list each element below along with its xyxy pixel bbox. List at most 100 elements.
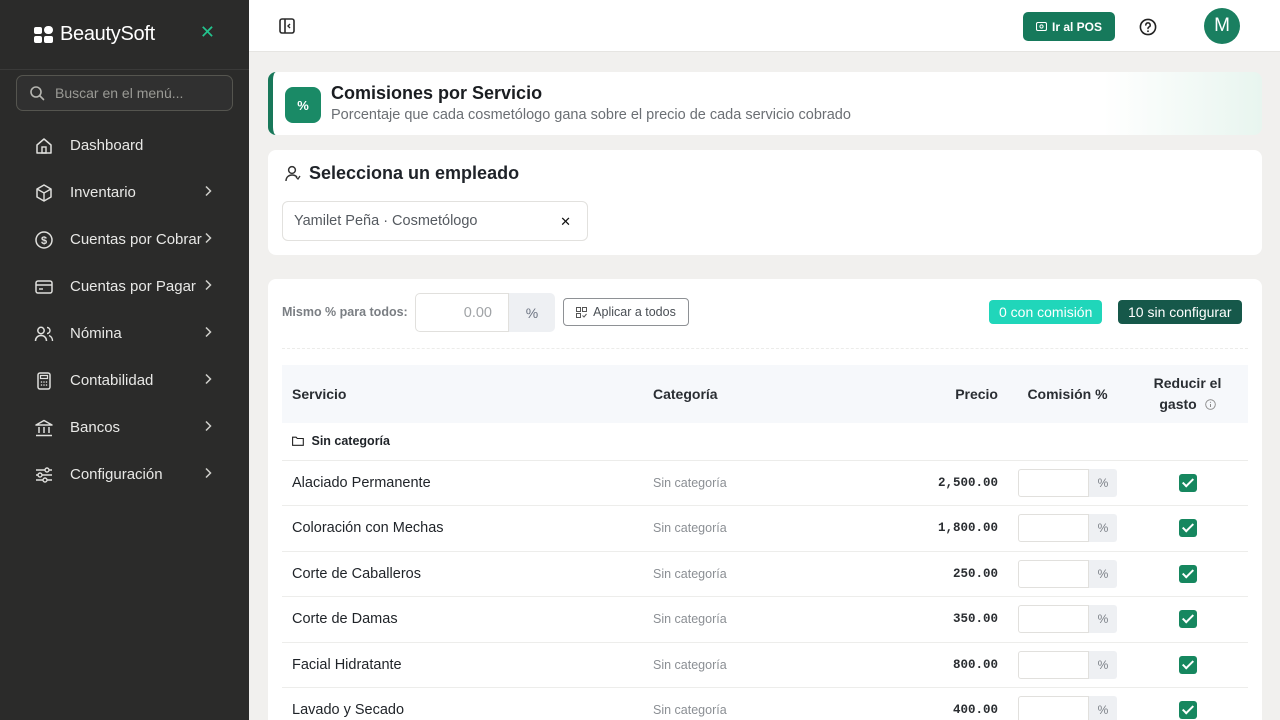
- sidebar-item-label: Contabilidad: [70, 372, 154, 389]
- service-price: 400.00: [952, 703, 998, 718]
- commission-unit: %: [1089, 559, 1117, 588]
- sidebar-item-nomina[interactable]: Nómina: [0, 310, 249, 357]
- sidebar-item-cuentas-por-cobrar[interactable]: $ Cuentas por Cobrar: [0, 216, 249, 263]
- service-name: Alaciado Permanente: [292, 474, 431, 491]
- commission-field: %: [1018, 605, 1117, 634]
- service-price: 800.00: [952, 657, 998, 672]
- avatar[interactable]: M: [1204, 8, 1240, 44]
- commission-cell: %: [1008, 642, 1127, 688]
- page-title: Comisiones por Servicio: [331, 83, 543, 103]
- commission-input[interactable]: [1018, 514, 1089, 543]
- svg-text:$: $: [41, 235, 47, 247]
- go-to-pos-button[interactable]: Ir al POS: [1023, 12, 1115, 41]
- service-price: 250.00: [952, 566, 998, 581]
- service-category: Sin categoría: [653, 521, 727, 536]
- commission-input[interactable]: [1018, 468, 1089, 497]
- user-icon: [285, 165, 301, 182]
- page-header: % Comisiones por Servicio Porcentaje que…: [268, 72, 1262, 135]
- credit-card-icon: [35, 279, 53, 294]
- bulk-percent-input[interactable]: [415, 293, 509, 332]
- bulk-percent-unit: %: [509, 293, 555, 332]
- employee-select[interactable]: Yamilet Peña · Cosmetólogo ✕: [282, 201, 588, 241]
- sidebar-item-inventario[interactable]: Inventario: [0, 169, 249, 216]
- service-category: Sin categoría: [653, 703, 727, 718]
- col-header-commission: Comisión %: [1027, 386, 1108, 402]
- bank-icon: [35, 419, 53, 436]
- commission-cell: %: [1008, 688, 1127, 720]
- chevron-right-icon: [205, 232, 212, 244]
- brand-name: BeautySoft: [60, 23, 155, 45]
- reduce-expense-checkbox[interactable]: [1178, 655, 1197, 674]
- service-name: Lavado y Secado: [292, 702, 405, 719]
- page-subtitle: Porcentaje que cada cosmetólogo gana sob…: [331, 107, 851, 123]
- sidebar-item-configuracion[interactable]: Configuración: [0, 451, 249, 498]
- sidebar-item-label: Configuración: [70, 466, 163, 483]
- reduce-expense-checkbox[interactable]: [1178, 519, 1197, 538]
- service-category: Sin categoría: [653, 657, 727, 672]
- commission-input[interactable]: [1018, 559, 1089, 588]
- info-icon[interactable]: [1204, 399, 1216, 410]
- col-header-price: Precio: [955, 386, 998, 402]
- bulk-percent-label: Mismo % para todos:: [282, 305, 408, 319]
- apply-to-all-button[interactable]: Aplicar a todos: [563, 298, 689, 326]
- reduce-header-line1: Reducir el: [1153, 375, 1222, 391]
- folder-icon: [292, 436, 304, 447]
- employee-card: Selecciona un empleado Yamilet Peña · Co…: [268, 150, 1262, 255]
- commission-input[interactable]: [1018, 650, 1089, 679]
- service-category: Sin categoría: [653, 475, 727, 490]
- clear-selection-icon[interactable]: ✕: [560, 214, 571, 230]
- sidebar-item-label: Dashboard: [70, 137, 144, 154]
- sidebar-item-contabilidad[interactable]: Contabilidad: [0, 357, 249, 404]
- go-to-pos-label: Ir al POS: [1051, 19, 1103, 34]
- commission-cell: %: [1008, 506, 1127, 552]
- sidebar-item-label: Nómina: [70, 325, 122, 342]
- sidebar-item-dashboard[interactable]: Dashboard: [0, 122, 249, 169]
- sidebar-item-cuentas-por-pagar[interactable]: Cuentas por Pagar: [0, 263, 249, 310]
- search-input[interactable]: [55, 85, 215, 101]
- reduce-expense-checkbox[interactable]: [1178, 610, 1197, 629]
- sidebar-item-bancos[interactable]: Bancos: [0, 404, 249, 451]
- menu-search[interactable]: [16, 75, 233, 111]
- dollar-circle-icon: $: [35, 230, 53, 249]
- commission-field: %: [1018, 696, 1117, 720]
- commission-unit: %: [1089, 605, 1117, 634]
- reduce-expense-checkbox[interactable]: [1178, 473, 1197, 492]
- service-name: Corte de Caballeros: [292, 565, 421, 582]
- home-icon: [36, 137, 52, 154]
- reduce-expense-checkbox[interactable]: [1178, 564, 1197, 583]
- service-name: Coloración con Mechas: [292, 520, 444, 537]
- calculator-icon: [37, 371, 51, 390]
- chevron-right-icon: [205, 420, 212, 432]
- commission-cell: %: [1008, 551, 1127, 597]
- commission-input[interactable]: [1018, 696, 1089, 720]
- reduce-header-line2: gasto: [1159, 396, 1197, 412]
- reduce-expense-checkbox[interactable]: [1178, 701, 1197, 720]
- commission-unit: %: [1089, 696, 1117, 720]
- users-icon: [34, 326, 54, 341]
- sidebar-item-label: Cuentas por Cobrar: [70, 231, 202, 248]
- brand: BeautySoft ✕: [0, 0, 249, 70]
- box-icon: [36, 183, 52, 202]
- apply-all-icon: [576, 306, 588, 318]
- table-row: Coloración con Mechas Sin categoría 1,800.…: [282, 506, 1248, 552]
- sliders-icon: [36, 466, 52, 483]
- cash-register-icon: [1035, 22, 1047, 31]
- commissions-card: Mismo % para todos: % Aplicar a todos 0 …: [268, 279, 1262, 720]
- search-icon: [30, 86, 45, 101]
- brand-logo-icon: [34, 25, 54, 44]
- close-sidebar-icon[interactable]: ✕: [200, 22, 215, 43]
- employee-selected-value: Yamilet Peña · Cosmetólogo: [294, 213, 478, 229]
- reduce-cell: [1127, 688, 1248, 720]
- col-header-reduce: Reducir el gasto: [1127, 365, 1248, 423]
- commission-cell: %: [1008, 460, 1127, 506]
- help-icon[interactable]: [1139, 18, 1157, 36]
- employee-section-title: Selecciona un empleado: [309, 163, 520, 183]
- commission-unit: %: [1089, 468, 1117, 497]
- commission-input[interactable]: [1018, 605, 1089, 634]
- toggle-sidebar-icon[interactable]: [279, 18, 295, 34]
- service-price: 350.00: [952, 612, 998, 627]
- col-header-category: Categoría: [653, 386, 718, 402]
- service-name: Facial Hidratante: [292, 656, 402, 673]
- service-category: Sin categoría: [653, 566, 727, 581]
- unconfigured-badge: 10 sin configurar: [1118, 300, 1242, 324]
